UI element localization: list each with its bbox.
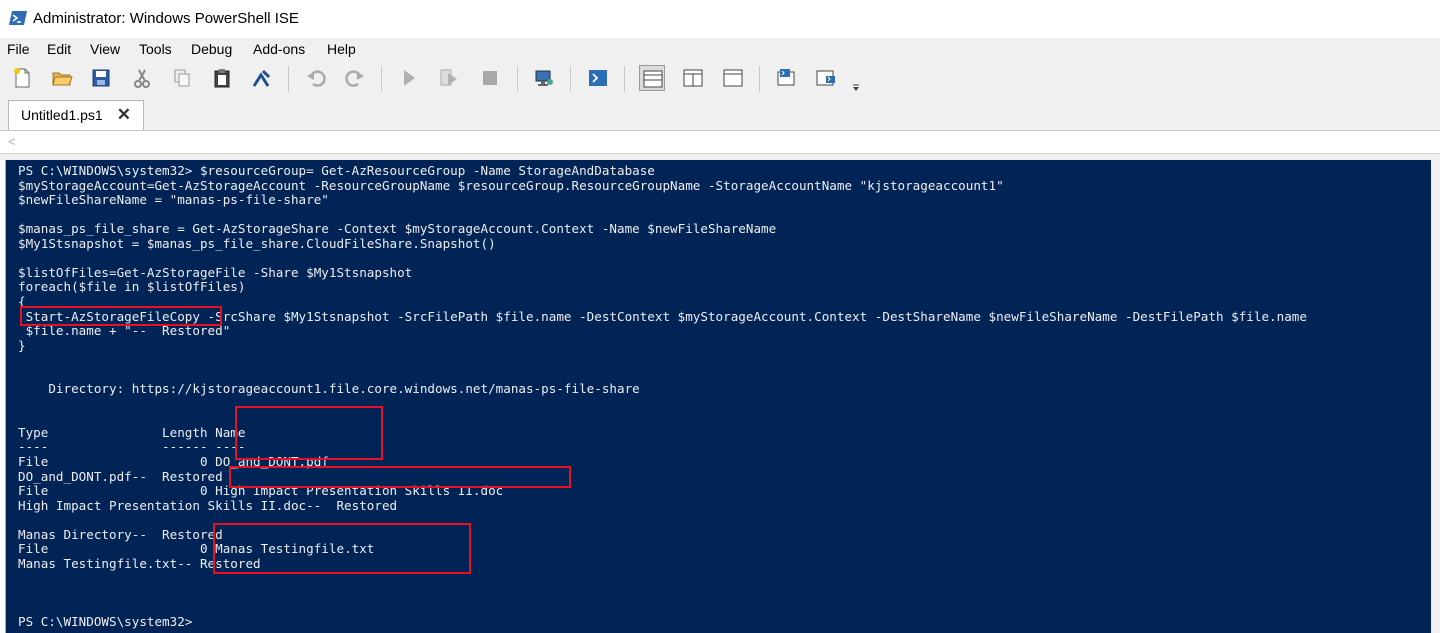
menu-help[interactable]: Help (327, 41, 356, 57)
console-line: PS C:\WINDOWS\system32> (18, 614, 193, 630)
console-line: Directory: https://kjstorageaccount1.fil… (18, 381, 640, 397)
console-line: $manas_ps_file_share = Get-AzStorageShar… (18, 221, 777, 237)
title-bar: Administrator: Windows PowerShell ISE (0, 0, 1440, 38)
console-line: $My1Stsnapshot = $manas_ps_file_share.Cl… (18, 235, 496, 251)
console-line: $newFileShareName = "manas-ps-file-share… (18, 192, 329, 208)
toolbar-separator (517, 66, 518, 92)
window-title: Administrator: Windows PowerShell ISE (33, 10, 299, 27)
menu-bar: File Edit View Tools Debug Add-ons Help (0, 38, 1440, 60)
highlight-box-doc-file (229, 466, 571, 488)
toolbar-separator (624, 66, 625, 92)
console-line: Manas Directory-- Restored (18, 526, 223, 542)
show-script-right-icon[interactable] (680, 65, 706, 91)
console-pane[interactable]: PS C:\WINDOWS\system32> $resourceGroup= … (5, 160, 1431, 633)
console-line: $listOfFiles=Get-AzStorageFile -Share $M… (18, 264, 413, 280)
horizontal-scrollbar[interactable]: < (0, 131, 1440, 154)
toolbar-separator (759, 66, 760, 92)
paste-icon[interactable] (209, 65, 235, 91)
clear-console-icon[interactable] (249, 65, 275, 91)
show-script-top-icon[interactable] (639, 65, 665, 91)
stop-icon[interactable] (477, 65, 503, 91)
toolbar (0, 60, 1440, 98)
console-line: Type Length Name (18, 424, 246, 440)
console-line: $myStorageAccount=Get-AzStorageAccount -… (18, 177, 1004, 193)
highlight-box-cmdlet (20, 306, 222, 326)
show-script-maximized-icon[interactable] (720, 65, 746, 91)
tab-untitled1[interactable]: Untitled1.ps1 ✕ (8, 100, 144, 130)
save-icon[interactable] (88, 65, 114, 91)
new-icon[interactable] (10, 65, 36, 91)
console-line: foreach($file in $listOfFiles) (18, 279, 246, 295)
tab-label: Untitled1.ps1 (21, 107, 103, 123)
console-line: DO_and_DONT.pdf-- Restored (18, 468, 223, 484)
close-icon[interactable]: ✕ (117, 105, 131, 125)
menu-edit[interactable]: Edit (47, 41, 71, 57)
toolbar-separator (570, 66, 571, 92)
cut-icon[interactable] (129, 65, 155, 91)
show-command-window-icon[interactable] (773, 65, 799, 91)
menu-view[interactable]: View (90, 41, 120, 57)
menu-add-ons[interactable]: Add-ons (253, 41, 305, 57)
show-command-addon-icon[interactable] (813, 65, 839, 91)
console-scroll-gutter (1431, 160, 1440, 633)
open-icon[interactable] (49, 65, 75, 91)
remote-powershell-icon[interactable] (531, 65, 557, 91)
undo-icon[interactable] (303, 65, 329, 91)
console-line: High Impact Presentation Skills II.doc--… (18, 497, 398, 513)
console-line: ---- ------ ---- (18, 439, 246, 455)
script-tab-bar: Untitled1.ps1 ✕ (0, 98, 1440, 131)
highlight-box-name-column (235, 406, 383, 460)
console-line: } (18, 337, 26, 353)
console-line: $file.name + "-- Restored" (18, 323, 231, 339)
redo-icon[interactable] (342, 65, 368, 91)
menu-tools[interactable]: Tools (139, 41, 172, 57)
scroll-left-icon[interactable]: < (8, 134, 16, 149)
start-powershell-icon[interactable] (585, 65, 611, 91)
run-icon[interactable] (396, 65, 422, 91)
powershell-ise-icon (9, 10, 27, 26)
toolbar-separator (381, 66, 382, 92)
console-line: PS C:\WINDOWS\system32> $resourceGroup= … (18, 163, 655, 178)
highlight-box-txt-file (213, 523, 471, 574)
copy-icon[interactable] (169, 65, 195, 91)
menu-debug[interactable]: Debug (191, 41, 232, 57)
toolbar-separator (288, 66, 289, 92)
toolbar-overflow-icon[interactable] (848, 65, 862, 91)
menu-file[interactable]: File (7, 41, 30, 57)
run-selection-icon[interactable] (436, 65, 462, 91)
